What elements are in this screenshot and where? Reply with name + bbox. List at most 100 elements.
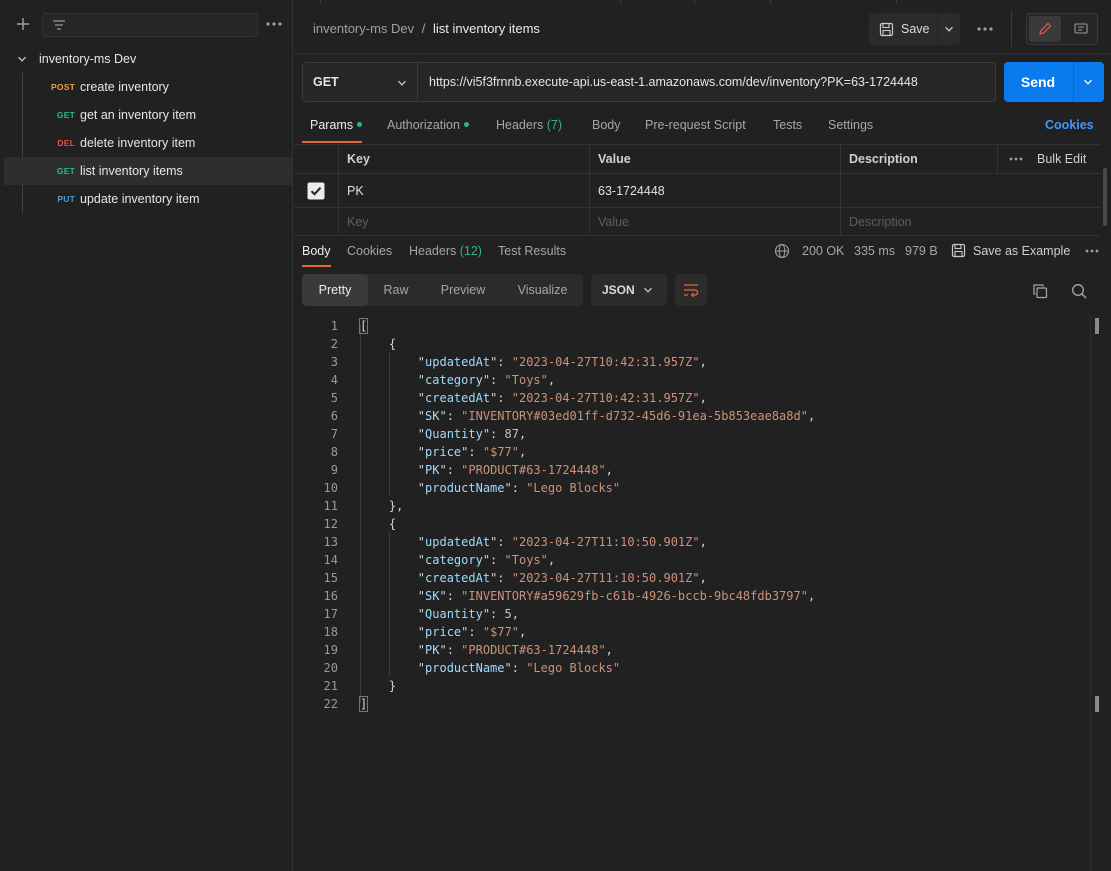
more-horizontal-icon[interactable] [977,27,993,31]
tab-label: Settings [828,118,874,132]
tab-params[interactable]: Params [310,118,363,132]
save-icon [879,22,894,37]
line-number: 22 [323,697,338,711]
page-title[interactable]: list inventory items [433,21,540,36]
params-scrollbar[interactable] [1103,168,1107,226]
json-number: 87 [504,427,519,441]
sidebar-item-delete-inventory-item[interactable]: DEL delete inventory item [4,129,292,157]
bulk-edit-cell: Bulk Edit [997,144,1100,174]
wrap-lines-icon[interactable] [675,274,707,306]
code-line: { [360,335,396,353]
editor-scrollbar-top[interactable] [1095,318,1099,334]
view-pretty[interactable]: Pretty [302,274,368,306]
response-time[interactable]: 335 ms [854,244,895,258]
tab-pre-request-script[interactable]: Pre-request Script [645,118,746,132]
copy-icon[interactable] [1032,283,1048,299]
tab-label: Authorization [387,118,460,132]
code-line: "category": "Toys", [360,553,556,567]
more-horizontal-icon[interactable] [1085,249,1099,253]
code-punctuation: , [807,409,816,423]
json-key: productName [425,481,505,495]
tab-headers[interactable]: Headers (7) [496,118,562,132]
new-param-value-input[interactable]: Value [589,208,841,236]
tab-settings[interactable]: Settings [828,118,873,132]
tab-tests[interactable]: Tests [773,118,802,132]
more-horizontal-icon[interactable] [266,22,282,26]
comment-icon[interactable] [1065,16,1097,42]
sidebar-item-update-inventory-item[interactable]: PUT update inventory item [4,185,292,213]
line-number: 21 [323,679,338,693]
format-select[interactable]: JSON [591,274,667,306]
code-punctuation: , [699,391,707,405]
sidebar-toolbar [0,0,293,46]
save-icon [951,243,966,258]
code-punctuation: , [518,625,527,639]
code-line: "PK": "PRODUCT#63-1724448", [360,463,613,477]
method-badge: PUT [57,194,75,204]
json-string: "$77" [482,625,519,639]
response-tab-cookies[interactable]: Cookies [347,244,392,258]
send-button[interactable]: Send [1004,62,1072,102]
globe-icon[interactable] [774,243,790,259]
response-body-editor[interactable]: 1 [2 {3 "updatedAt": "2023-04-27T10:42:31… [294,316,1090,871]
param-description[interactable] [840,174,1100,208]
tab-authorization[interactable]: Authorization [387,118,469,132]
chevron-down-icon[interactable] [944,24,954,34]
more-horizontal-icon[interactable] [1009,157,1023,161]
json-string: "INVENTORY#03ed01ff-d732-45d6-91ea-5b853… [461,409,808,423]
method-badge: GET [56,166,75,176]
new-param-key-input[interactable]: Key [338,208,590,236]
sidebar-item-create-inventory[interactable]: POST create inventory [4,73,292,101]
response-tab-test-results[interactable]: Test Results [498,244,566,258]
bulk-edit-button[interactable]: Bulk Edit [1037,152,1086,166]
sidebar-item-list-inventory-items[interactable]: GET list inventory items [4,157,292,185]
json-key: category [425,373,483,387]
response-tab-headers[interactable]: Headers (12) [409,244,482,258]
mode-toggle [1026,13,1098,45]
new-param-description-input[interactable]: Description [840,208,1100,236]
code-punctuation: , [605,463,613,477]
chevron-down-icon[interactable] [17,54,27,64]
view-visualize[interactable]: Visualize [502,274,583,306]
method-select[interactable]: GET [303,63,418,101]
param-value[interactable]: 63-1724448 [589,174,841,208]
response-tab-body[interactable]: Body [302,244,331,258]
json-string: "2023-04-27T11:10:50.901Z" [511,535,700,549]
cookies-link[interactable]: Cookies [1045,118,1094,132]
chevron-down-icon[interactable] [1083,77,1093,87]
response-size[interactable]: 979 B [905,244,938,258]
code-punctuation: , [547,373,556,387]
line-number: 11 [323,499,338,513]
url-input[interactable]: https://vi5f3frnnb.execute-api.us-east-1… [429,75,918,89]
tab-body[interactable]: Body [592,118,621,132]
code-line: "price": "$77", [360,625,527,639]
code-punctuation: ] [358,696,369,712]
code-punctuation: , [605,643,613,657]
method-badge: POST [51,82,75,92]
json-key: productName [425,661,505,675]
sidebar-item-label: update inventory item [80,192,200,206]
search-icon[interactable] [1071,283,1087,299]
sidebar-item-get-inventory-item[interactable]: GET get an inventory item [4,101,292,129]
tab-strip [294,0,1111,4]
view-raw[interactable]: Raw [368,274,424,306]
filter-input[interactable] [42,13,258,37]
view-preview[interactable]: Preview [424,274,502,306]
collection-row[interactable]: inventory-ms Dev [4,45,292,73]
method-badge: GET [56,110,75,120]
param-key[interactable]: PK [338,174,590,208]
param-checkbox[interactable] [294,174,339,208]
pencil-icon[interactable] [1029,16,1061,42]
line-number: 14 [323,553,338,567]
json-key: price [425,445,462,459]
save-button[interactable]: Save [870,14,936,44]
tab-label: Tests [773,118,803,132]
plus-icon[interactable] [16,17,30,31]
status-code[interactable]: 200 OK [802,244,844,258]
json-key: PK [425,463,440,477]
editor-scrollbar-bottom[interactable] [1095,696,1099,712]
save-as-example-button[interactable]: Save as Example [951,243,1070,258]
sidebar-item-label: create inventory [80,80,169,94]
breadcrumb-parent[interactable]: inventory-ms Dev [313,21,414,36]
json-string: "2023-04-27T11:10:50.901Z" [511,571,700,585]
